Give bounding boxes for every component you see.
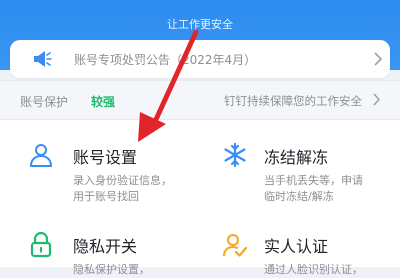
privacy-switch-desc: 隐私保护设置， bbox=[73, 263, 150, 276]
account-settings-card[interactable]: 账号设置 录入身份验证信息， 用于账号找回 bbox=[0, 120, 200, 203]
protection-label: 账号保护 bbox=[20, 95, 69, 109]
person-icon bbox=[29, 144, 53, 167]
account-settings-desc-line1: 录入身份验证信息， bbox=[73, 174, 172, 187]
protection-slogan: 钉钉持续保障您的工作安全 bbox=[224, 94, 362, 108]
privacy-switch-card[interactable]: 隐私开关 隐私保护设置， bbox=[0, 212, 200, 276]
protection-level: 较强 bbox=[91, 95, 116, 109]
security-feature-grid: 账号设置 录入身份验证信息， 用于账号找回 冻结解冻 当手机丢失等，申请 临时冻… bbox=[0, 120, 400, 276]
freeze-unfreeze-desc-line1: 当手机丢失等，申请 bbox=[264, 174, 363, 187]
lock-icon bbox=[30, 232, 52, 258]
header-slogan: 让工作更安全 bbox=[167, 18, 233, 31]
megaphone-icon bbox=[34, 51, 52, 67]
freeze-unfreeze-card[interactable]: 冻结解冻 当手机丢失等，申请 临时冻结/解冻 bbox=[200, 120, 400, 203]
account-settings-desc-line2: 用于账号找回 bbox=[73, 190, 139, 203]
chevron-right-icon bbox=[373, 93, 380, 106]
freeze-unfreeze-title: 冻结解冻 bbox=[264, 148, 329, 167]
privacy-switch-title: 隐私开关 bbox=[73, 237, 138, 256]
snowflake-icon bbox=[224, 142, 246, 168]
freeze-unfreeze-desc-line2: 临时冻结/解冻 bbox=[264, 190, 334, 203]
account-protection-row[interactable]: 账号保护 较强 钉钉持续保障您的工作安全 bbox=[0, 80, 400, 120]
notice-text: 账号专项处罚公告（2022年4月） bbox=[74, 53, 257, 67]
real-person-verification-desc: 通过人脸识别认证， bbox=[264, 263, 363, 276]
real-person-verification-card[interactable]: 实人认证 通过人脸识别认证， bbox=[200, 212, 400, 276]
chevron-right-icon bbox=[374, 52, 382, 66]
real-person-verification-title: 实人认证 bbox=[264, 237, 329, 256]
account-settings-title: 账号设置 bbox=[73, 148, 138, 167]
verified-person-icon bbox=[223, 234, 248, 257]
notice-bar[interactable]: 账号专项处罚公告（2022年4月） bbox=[10, 40, 390, 78]
